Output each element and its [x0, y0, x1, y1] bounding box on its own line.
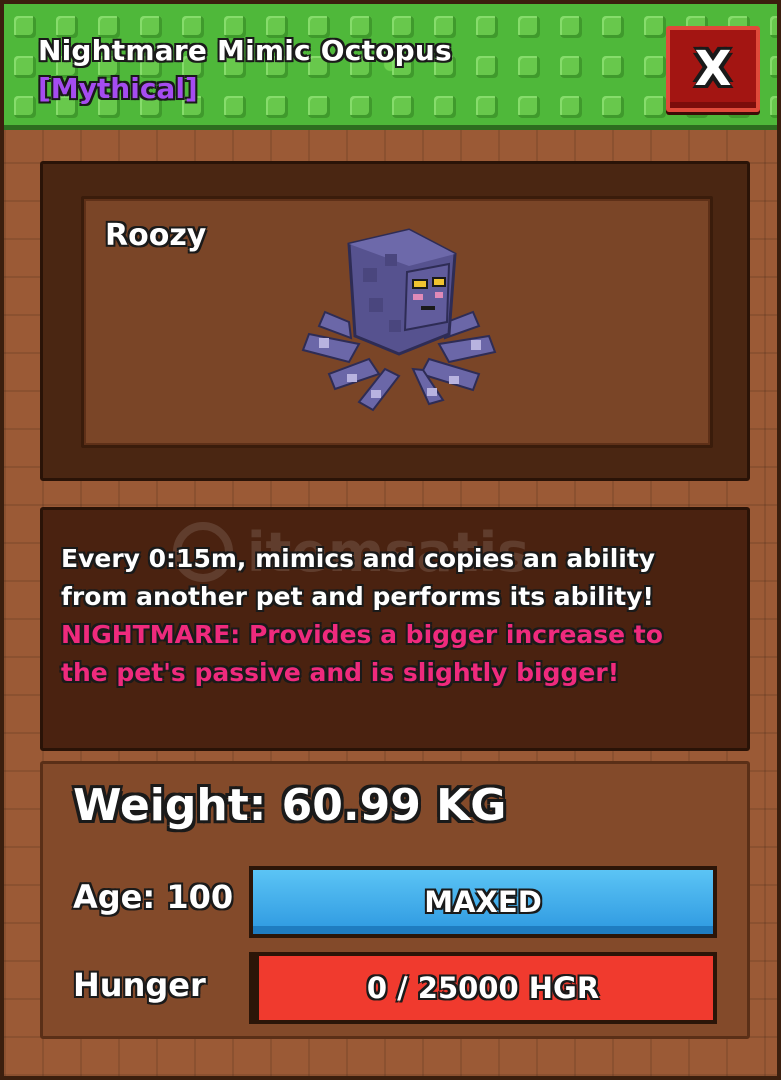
header-stud — [476, 56, 498, 78]
hunger-bar-text: 0 / 25000 HGR — [366, 971, 600, 1005]
header-stud — [644, 96, 666, 118]
header-stud — [266, 96, 288, 118]
header-stud — [350, 96, 372, 118]
header-stud — [518, 96, 540, 118]
pet-nickname: Roozy — [105, 218, 207, 253]
window-header: Nightmare Mimic Octopus [Mythical] X — [4, 4, 777, 130]
header-stud — [392, 96, 414, 118]
header-stud — [644, 56, 666, 78]
header-stud — [602, 96, 624, 118]
header-stud — [308, 96, 330, 118]
header-stud — [770, 56, 777, 78]
octopus-pet-model — [301, 228, 497, 412]
pet-preview-panel: Roozy — [40, 161, 750, 481]
age-label: Age: 100 — [73, 878, 234, 916]
header-stud — [14, 56, 36, 78]
age-bar-text: MAXED — [424, 885, 542, 919]
ability-description-panel: itemsatis Every 0:15m, mimics and copies… — [40, 507, 750, 751]
header-stud — [602, 16, 624, 38]
pet-info-window: Nightmare Mimic Octopus [Mythical] X Roo… — [0, 0, 781, 1080]
header-stud — [560, 16, 582, 38]
rarity-label: [Mythical] — [38, 72, 198, 105]
ability-text-line: Every 0:15m, mimics and copies an abilit… — [61, 544, 656, 573]
header-stud — [14, 16, 36, 38]
header-stud — [602, 56, 624, 78]
header-stud — [560, 96, 582, 118]
close-button[interactable]: X — [666, 26, 760, 112]
header-stud — [770, 16, 777, 38]
header-stud — [560, 56, 582, 78]
header-stud — [518, 56, 540, 78]
ability-text-line: from another pet and performs its abilit… — [61, 582, 654, 611]
age-progress-bar: MAXED — [249, 866, 717, 938]
close-icon: X — [694, 41, 732, 97]
pet-stats-panel: Weight: 60.99 KG Age: 100 MAXED Hunger 0… — [40, 761, 750, 1039]
header-stud — [770, 96, 777, 118]
nightmare-text-line: the pet's passive and is slightly bigger… — [61, 658, 620, 687]
hunger-progress-bar: 0 / 25000 HGR — [249, 952, 717, 1024]
nightmare-text-line: NIGHTMARE: Provides a bigger increase to — [61, 620, 663, 649]
header-stud — [644, 16, 666, 38]
header-stud — [476, 96, 498, 118]
header-stud — [476, 16, 498, 38]
weight-label: Weight: 60.99 KG — [73, 780, 507, 831]
hunger-label: Hunger — [73, 966, 206, 1004]
header-stud — [434, 96, 456, 118]
pet-species-title: Nightmare Mimic Octopus — [38, 34, 452, 67]
header-stud — [224, 96, 246, 118]
header-stud — [518, 16, 540, 38]
header-stud — [14, 96, 36, 118]
